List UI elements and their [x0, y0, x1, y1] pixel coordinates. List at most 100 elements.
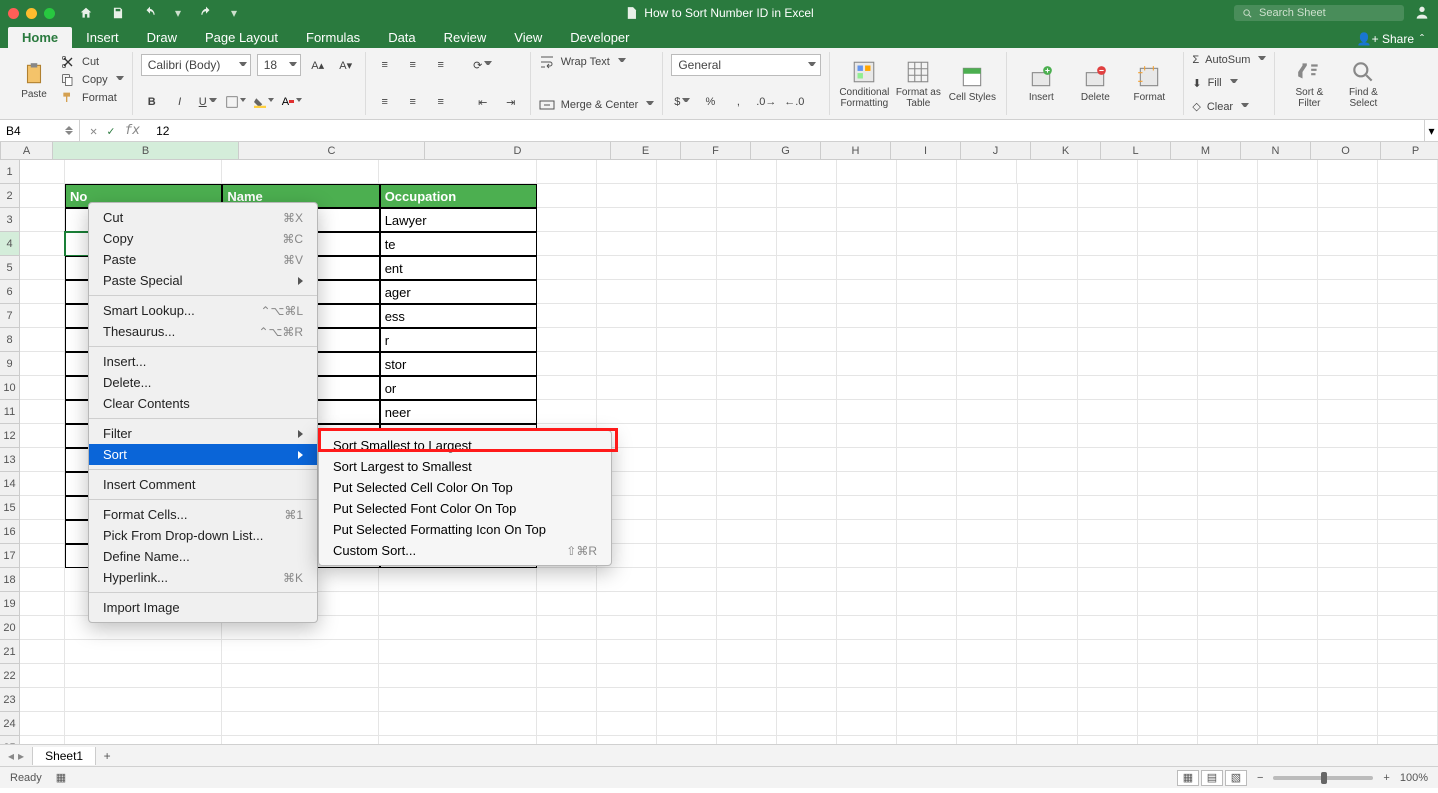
- cell-O22[interactable]: [1138, 664, 1198, 688]
- cell-E19[interactable]: [537, 592, 597, 616]
- cell-J4[interactable]: [837, 232, 897, 256]
- cell-M24[interactable]: [1017, 712, 1077, 736]
- column-header-J[interactable]: J: [961, 142, 1031, 159]
- cell-L3[interactable]: [957, 208, 1017, 232]
- cell-Q11[interactable]: [1258, 400, 1318, 424]
- cell-F21[interactable]: [597, 640, 657, 664]
- cell-J24[interactable]: [837, 712, 897, 736]
- cell-M16[interactable]: [1018, 520, 1078, 544]
- cell-J8[interactable]: [837, 328, 897, 352]
- cell-Q13[interactable]: [1258, 448, 1318, 472]
- cell-A6[interactable]: [20, 280, 65, 304]
- menu-item-cut[interactable]: Cut⌘X: [89, 207, 317, 228]
- copy-button[interactable]: Copy: [60, 72, 124, 88]
- confirm-formula-button[interactable]: ✓: [107, 124, 114, 138]
- cell-G2[interactable]: [657, 184, 717, 208]
- cell-L16[interactable]: [957, 520, 1017, 544]
- delete-cells-button[interactable]: Delete: [1069, 64, 1121, 103]
- cell-I8[interactable]: [777, 328, 837, 352]
- cell-R2[interactable]: [1318, 184, 1378, 208]
- cell-A25[interactable]: [20, 736, 65, 744]
- column-header-N[interactable]: N: [1241, 142, 1311, 159]
- cell-I6[interactable]: [777, 280, 837, 304]
- cell-K23[interactable]: [897, 688, 957, 712]
- cell-D9[interactable]: stor: [380, 352, 537, 376]
- cell-P16[interactable]: [1198, 520, 1258, 544]
- cell-G21[interactable]: [657, 640, 717, 664]
- row-header-20[interactable]: 20: [0, 616, 20, 640]
- zoom-level[interactable]: 100%: [1400, 772, 1428, 784]
- cell-M19[interactable]: [1017, 592, 1077, 616]
- cell-Q12[interactable]: [1258, 424, 1318, 448]
- cell-K4[interactable]: [897, 232, 957, 256]
- cell-Q6[interactable]: [1258, 280, 1318, 304]
- cell-R16[interactable]: [1318, 520, 1378, 544]
- undo-caret[interactable]: ▾: [175, 6, 181, 20]
- cell-D18[interactable]: [379, 568, 536, 592]
- cell-A22[interactable]: [20, 664, 65, 688]
- cell-K20[interactable]: [897, 616, 957, 640]
- cell-I4[interactable]: [777, 232, 837, 256]
- cell-R4[interactable]: [1318, 232, 1378, 256]
- cell-N24[interactable]: [1078, 712, 1138, 736]
- cell-E22[interactable]: [537, 664, 597, 688]
- tab-draw[interactable]: Draw: [133, 27, 191, 48]
- cell-Q4[interactable]: [1258, 232, 1318, 256]
- cell-K10[interactable]: [897, 376, 957, 400]
- cell-P6[interactable]: [1198, 280, 1258, 304]
- cell-A10[interactable]: [20, 376, 65, 400]
- format-as-table-button[interactable]: Format as Table: [892, 59, 944, 109]
- macro-record-icon[interactable]: ▦: [56, 771, 66, 784]
- cell-S6[interactable]: [1378, 280, 1438, 304]
- cell-L7[interactable]: [957, 304, 1017, 328]
- cell-Q17[interactable]: [1258, 544, 1318, 568]
- cell-O9[interactable]: [1138, 352, 1198, 376]
- cell-N5[interactable]: [1078, 256, 1138, 280]
- cell-H23[interactable]: [717, 688, 777, 712]
- cell-Q8[interactable]: [1258, 328, 1318, 352]
- cell-O1[interactable]: [1138, 160, 1198, 184]
- increase-decimal-button[interactable]: .0→: [755, 91, 777, 113]
- cell-G12[interactable]: [657, 424, 717, 448]
- cell-A12[interactable]: [20, 424, 65, 448]
- cell-J10[interactable]: [837, 376, 897, 400]
- row-header-18[interactable]: 18: [0, 568, 20, 592]
- cell-E24[interactable]: [537, 712, 597, 736]
- submenu-item-custom-sort[interactable]: Custom Sort...⇧⌘R: [319, 540, 611, 561]
- font-color-button[interactable]: A: [281, 91, 303, 113]
- cell-A24[interactable]: [20, 712, 65, 736]
- cell-A4[interactable]: [20, 232, 65, 256]
- cell-A3[interactable]: [20, 208, 65, 232]
- row-header-4[interactable]: 4: [0, 232, 20, 256]
- menu-item-filter[interactable]: Filter: [89, 423, 317, 444]
- column-header-P[interactable]: P: [1381, 142, 1438, 159]
- italic-button[interactable]: I: [169, 91, 191, 113]
- column-header-C[interactable]: C: [239, 142, 425, 159]
- cell-K3[interactable]: [897, 208, 957, 232]
- cell-M5[interactable]: [1018, 256, 1078, 280]
- cell-M12[interactable]: [1018, 424, 1078, 448]
- search-sheet-input[interactable]: Search Sheet: [1234, 5, 1404, 21]
- cell-F19[interactable]: [597, 592, 657, 616]
- cell-O24[interactable]: [1138, 712, 1198, 736]
- font-name-select[interactable]: Calibri (Body): [141, 54, 251, 76]
- cell-I13[interactable]: [777, 448, 837, 472]
- wrap-text-button[interactable]: Wrap Text: [539, 54, 655, 70]
- cell-N16[interactable]: [1078, 520, 1138, 544]
- row-header-25[interactable]: 25: [0, 736, 20, 744]
- cell-R3[interactable]: [1318, 208, 1378, 232]
- cell-C24[interactable]: [222, 712, 379, 736]
- submenu-item-sort-largest-to-smallest[interactable]: Sort Largest to Smallest: [319, 456, 611, 477]
- cell-E10[interactable]: [537, 376, 597, 400]
- cell-S3[interactable]: [1378, 208, 1438, 232]
- cell-J25[interactable]: [837, 736, 897, 744]
- cell-K21[interactable]: [897, 640, 957, 664]
- cell-E21[interactable]: [537, 640, 597, 664]
- cell-H15[interactable]: [717, 496, 777, 520]
- cell-B1[interactable]: [65, 160, 222, 184]
- cell-D21[interactable]: [379, 640, 536, 664]
- cell-A18[interactable]: [20, 568, 65, 592]
- cell-E9[interactable]: [537, 352, 597, 376]
- cell-Q20[interactable]: [1258, 616, 1318, 640]
- cell-Q7[interactable]: [1258, 304, 1318, 328]
